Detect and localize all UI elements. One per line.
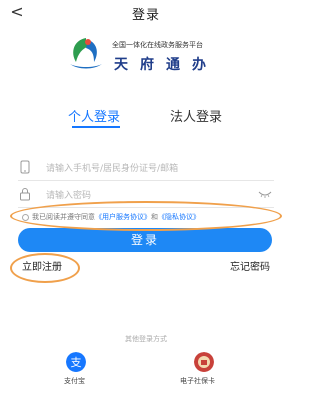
agreement-annotation-circle <box>10 201 282 231</box>
brand-name: 天府通办 <box>114 57 218 73</box>
svg-text:支: 支 <box>71 356 82 369</box>
tab-corporate-login[interactable]: 法人登录 <box>170 106 222 125</box>
forgot-password-link[interactable]: 忘记密码 <box>230 258 270 273</box>
account-field[interactable]: 请输入手机号/居民身份证号/邮箱 <box>18 155 274 181</box>
social-security-card-label: 电子社保卡 <box>180 377 215 385</box>
page-title: 登录 <box>131 8 160 23</box>
lock-icon <box>20 188 30 201</box>
tianfu-logo-icon <box>70 38 102 69</box>
phone-icon <box>20 160 30 174</box>
alipay-icon[interactable]: 支 <box>66 352 86 372</box>
social-security-card-icon[interactable] <box>194 352 214 372</box>
alipay-label: 支付宝 <box>64 377 85 385</box>
other-login-title: 其他登录方式 <box>125 335 167 343</box>
tab-active-indicator <box>72 126 120 128</box>
login-button[interactable]: 登录 <box>18 228 272 252</box>
eye-closed-icon[interactable] <box>258 190 272 198</box>
brand-subtitle: 全国一体化在线政务服务平台 <box>112 41 203 49</box>
register-annotation-circle <box>10 253 80 283</box>
tab-personal-login[interactable]: 个人登录 <box>68 106 120 125</box>
password-input[interactable]: 请输入密码 <box>46 188 91 201</box>
account-input[interactable]: 请输入手机号/居民身份证号/邮箱 <box>46 161 178 174</box>
top-bar: < 登录 <box>0 0 292 26</box>
